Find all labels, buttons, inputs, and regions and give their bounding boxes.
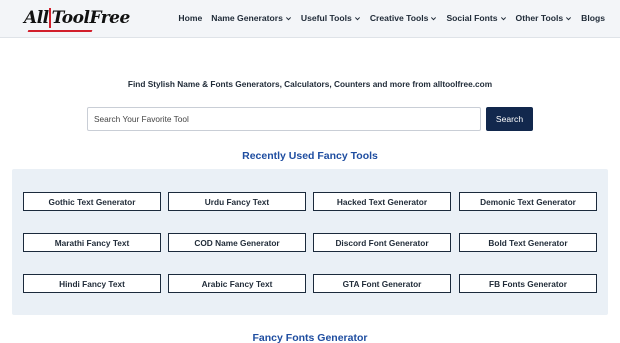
nav-name-generators[interactable]: Name Generators: [211, 13, 292, 23]
nav-social-fonts[interactable]: Social Fonts: [446, 13, 506, 23]
tool-urdu-fancy-text[interactable]: Urdu Fancy Text: [168, 192, 306, 211]
search-button[interactable]: Search: [486, 107, 533, 131]
nav-home[interactable]: Home: [178, 13, 202, 23]
nav-blogs[interactable]: Blogs: [581, 13, 605, 23]
fancy-fonts-title: Fancy Fonts Generator: [252, 332, 368, 343]
tool-gta-font-generator[interactable]: GTA Font Generator: [313, 274, 451, 293]
tool-cod-name-generator[interactable]: COD Name Generator: [168, 233, 306, 252]
tool-hacked-text-generator[interactable]: Hacked Text Generator: [313, 192, 451, 211]
chevron-down-icon: [500, 16, 506, 20]
tool-arabic-fancy-text[interactable]: Arabic Fancy Text: [168, 274, 306, 293]
recent-tools-panel: Gothic Text Generator Urdu Fancy Text Ha…: [12, 169, 608, 315]
nav-other-tools[interactable]: Other Tools: [516, 13, 573, 23]
tool-hindi-fancy-text[interactable]: Hindi Fancy Text: [23, 274, 161, 293]
chevron-down-icon: [431, 16, 437, 20]
tool-bold-text-generator[interactable]: Bold Text Generator: [459, 233, 597, 252]
site-logo[interactable]: All ToolFree: [24, 8, 130, 30]
recent-tools-title: Recently Used Fancy Tools: [242, 150, 378, 162]
nav-label: Social Fonts: [446, 13, 498, 23]
search-input[interactable]: [87, 107, 481, 131]
nav-label: Name Generators: [211, 13, 283, 23]
logo-text-tool: Tool: [48, 8, 90, 28]
nav-label: Home: [178, 13, 203, 23]
logo-swoosh: [27, 30, 93, 32]
tool-gothic-text-generator[interactable]: Gothic Text Generator: [23, 192, 161, 211]
nav-creative-tools[interactable]: Creative Tools: [370, 13, 438, 23]
logo-text-free: Free: [89, 8, 130, 28]
search-bar: Search: [87, 107, 533, 131]
site-header: All ToolFree Home Name Generators Useful …: [0, 0, 620, 38]
tool-discord-font-generator[interactable]: Discord Font Generator: [313, 233, 451, 252]
chevron-down-icon: [285, 16, 291, 20]
nav-label: Useful Tools: [300, 13, 352, 23]
logo-text-all: All: [24, 8, 49, 28]
chevron-down-icon: [354, 16, 360, 20]
nav-label: Other Tools: [515, 13, 564, 23]
tool-demonic-text-generator[interactable]: Demonic Text Generator: [459, 192, 597, 211]
chevron-down-icon: [566, 16, 572, 20]
main-nav: Home Name Generators Useful Tools Creati…: [178, 13, 605, 23]
tool-marathi-fancy-text[interactable]: Marathi Fancy Text: [23, 233, 161, 252]
nav-label: Creative Tools: [369, 13, 429, 23]
nav-useful-tools[interactable]: Useful Tools: [301, 13, 361, 23]
nav-label: Blogs: [581, 13, 605, 23]
site-tagline: Find Stylish Name & Fonts Generators, Ca…: [127, 79, 493, 89]
tool-fb-fonts-generator[interactable]: FB Fonts Generator: [459, 274, 597, 293]
